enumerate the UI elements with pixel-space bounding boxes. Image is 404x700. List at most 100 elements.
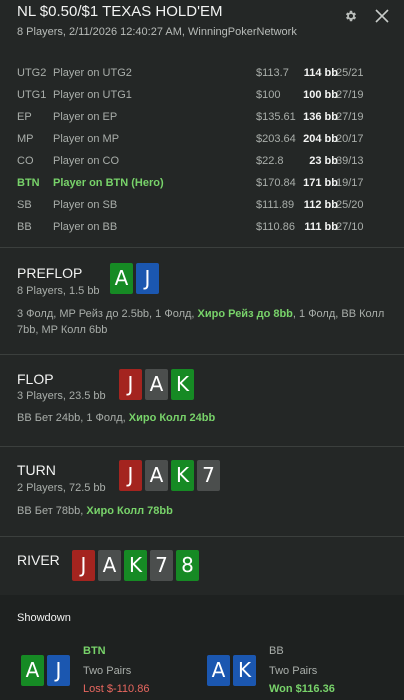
player-position: EP — [17, 111, 32, 123]
player-stack-bb: 111 bb — [304, 221, 338, 233]
street-name: TURN — [17, 462, 56, 478]
hero-result: Lost $-110.86 — [83, 683, 150, 695]
player-stack: $100 — [256, 89, 281, 101]
player-stats: 25/21 — [336, 67, 364, 79]
villain-showdown-cards: A K — [207, 655, 256, 686]
street-info: 8 Players, 1.5 bb — [17, 285, 100, 297]
street-river: RIVER J A K 7 8 — [0, 537, 404, 595]
hand-title: NL $0.50/$1 TEXAS HOLD'EM — [17, 3, 223, 20]
card: 7 — [150, 550, 173, 581]
street-actions: 3 Фолд, MP Рейз до 2.5bb, 1 Фолд, Хиро Р… — [17, 306, 387, 338]
street-name: PREFLOP — [17, 265, 83, 281]
player-row-co[interactable]: CO Player on CO $22.8 23 bb 39/13 — [0, 150, 404, 172]
street-actions: BB Бет 24bb, 1 Фолд, Хиро Колл 24bb — [17, 410, 387, 426]
card: K — [124, 550, 147, 581]
player-stack-bb: 23 bb — [309, 155, 338, 167]
card: A — [145, 460, 168, 491]
player-name: Player on UTG2 — [53, 67, 132, 79]
player-stack-bb: 114 bb — [303, 67, 338, 79]
showdown-title: Showdown — [17, 612, 71, 624]
street-info: 2 Players, 72.5 bb — [17, 482, 106, 494]
hero-action: Хиро Колл 24bb — [128, 412, 216, 424]
street-name: RIVER — [17, 552, 60, 568]
card: 8 — [176, 550, 199, 581]
player-row-sb[interactable]: SB Player on SB $111.89 112 bb 25/20 — [0, 194, 404, 216]
player-stack-bb: 136 bb — [303, 111, 338, 123]
card: J — [72, 550, 95, 581]
action-text: 3 Фолд, MP Рейз до 2.5bb, 1 Фолд, — [17, 308, 198, 320]
villain-hand-rank: Two Pairs — [269, 665, 318, 677]
player-row-utg1[interactable]: UTG1 Player on UTG1 $100 100 bb 27/19 — [0, 84, 404, 106]
player-row-bb[interactable]: BB Player on BB $110.86 111 bb 27/10 — [0, 216, 404, 238]
close-icon[interactable] — [374, 8, 390, 24]
player-row-utg2[interactable]: UTG2 Player on UTG2 $113.7 114 bb 25/21 — [0, 62, 404, 84]
player-position: UTG2 — [17, 67, 47, 79]
hero-position: BTN — [83, 645, 106, 657]
player-name: Player on BTN (Hero) — [53, 177, 164, 189]
player-stack: $135.61 — [256, 111, 296, 123]
player-stats: 25/20 — [336, 199, 364, 211]
player-stats: 27/10 — [336, 221, 364, 233]
board-cards: J A K 7 8 — [72, 550, 199, 581]
hero-action: Хиро Колл 78bb — [86, 505, 173, 517]
hero-hole-cards: A J — [110, 263, 159, 294]
gear-icon[interactable] — [344, 9, 358, 23]
villain-position: BB — [269, 645, 284, 657]
player-stack-bb: 112 bb — [303, 199, 338, 211]
player-stats: 39/13 — [336, 155, 364, 167]
player-name: Player on BB — [53, 221, 118, 233]
player-name: Player on MP — [53, 133, 120, 145]
player-stack-bb: 204 bb — [303, 133, 338, 145]
card: 7 — [197, 460, 220, 491]
card: K — [171, 460, 194, 491]
card: A — [98, 550, 121, 581]
card: J — [119, 369, 142, 400]
street-actions: BB Бет 78bb, Хиро Колл 78bb — [17, 503, 387, 519]
player-stack: $22.8 — [256, 155, 284, 167]
card: A — [145, 369, 168, 400]
card: J — [119, 460, 142, 491]
player-position: BB — [17, 221, 32, 233]
card: A — [207, 655, 230, 686]
player-stack: $110.86 — [256, 221, 295, 233]
player-stats: 19/17 — [336, 177, 364, 189]
player-row-ep[interactable]: EP Player on EP $135.61 136 bb 27/19 — [0, 106, 404, 128]
player-row-btn-hero[interactable]: BTN Player on BTN (Hero) $170.84 171 bb … — [0, 172, 404, 194]
player-position: MP — [17, 133, 34, 145]
card: K — [233, 655, 256, 686]
player-position: UTG1 — [17, 89, 47, 101]
player-row-mp[interactable]: MP Player on MP $203.64 204 bb 20/17 — [0, 128, 404, 150]
player-position: BTN — [17, 177, 40, 189]
card: J — [47, 655, 70, 686]
street-flop: FLOP 3 Players, 23.5 bb J A K BB Бет 24b… — [0, 355, 404, 446]
player-position: CO — [17, 155, 34, 167]
players-table: UTG2 Player on UTG2 $113.7 114 bb 25/21 … — [0, 62, 404, 238]
street-name: FLOP — [17, 371, 54, 387]
player-stack: $111.89 — [256, 199, 295, 211]
player-position: SB — [17, 199, 32, 211]
player-stack: $170.84 — [256, 177, 296, 189]
card: A — [110, 263, 133, 294]
player-stats: 27/19 — [336, 111, 364, 123]
player-stack: $113.7 — [256, 67, 289, 79]
player-name: Player on UTG1 — [53, 89, 132, 101]
player-stack-bb: 100 bb — [303, 89, 338, 101]
player-name: Player on SB — [53, 199, 118, 211]
card: A — [21, 655, 44, 686]
hero-hand-rank: Two Pairs — [83, 665, 132, 677]
street-preflop: PREFLOP 8 Players, 1.5 bb A J 3 Фолд, MP… — [0, 248, 404, 354]
board-cards: J A K 7 — [119, 460, 220, 491]
player-name: Player on EP — [53, 111, 118, 123]
player-stats: 20/17 — [336, 133, 364, 145]
villain-result: Won $116.36 — [269, 683, 335, 695]
hero-action: Хиро Рейз до 8bb — [197, 308, 293, 320]
player-stats: 27/19 — [336, 89, 364, 101]
action-text: BB Бет 78bb, — [17, 505, 87, 517]
hand-subtitle: 8 Players, 2/11/2026 12:40:27 AM, Winnin… — [17, 26, 297, 38]
street-info: 3 Players, 23.5 bb — [17, 390, 106, 402]
card: J — [136, 263, 159, 294]
card: K — [171, 369, 194, 400]
street-turn: TURN 2 Players, 72.5 bb J A K 7 BB Бет 7… — [0, 447, 404, 536]
player-name: Player on CO — [53, 155, 120, 167]
action-text: BB Бет 24bb, 1 Фолд, — [17, 412, 129, 424]
